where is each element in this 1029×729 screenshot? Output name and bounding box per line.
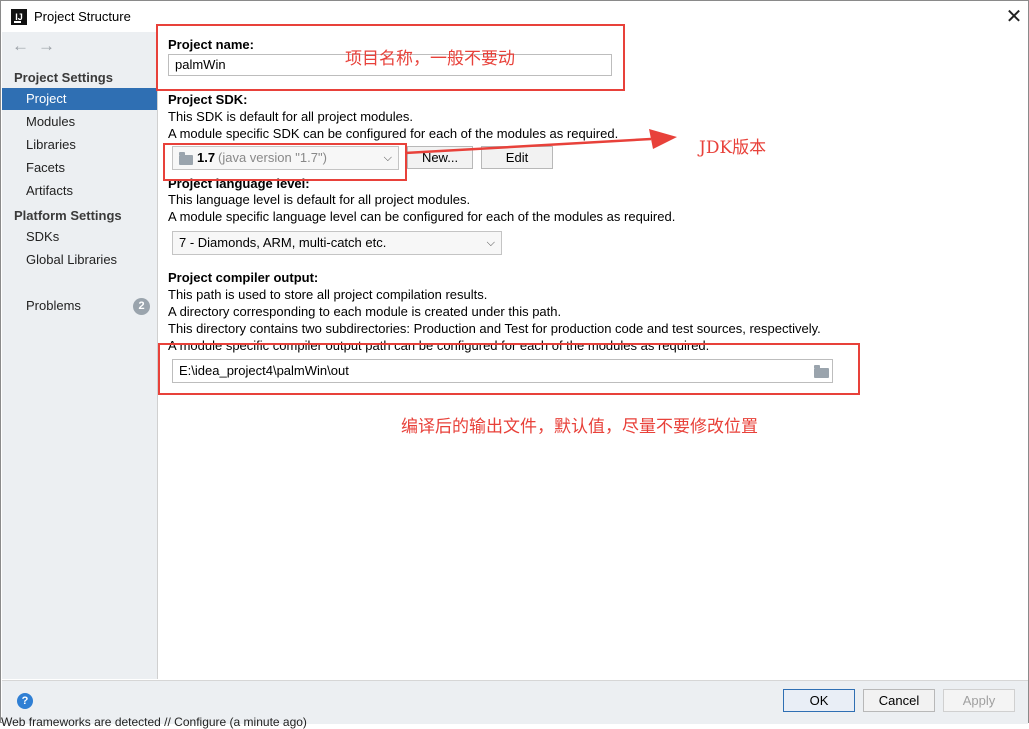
language-level-description-1: This language level is default for all p… [168,192,471,207]
sidebar-item-modules[interactable]: Modules [2,111,157,133]
intellij-app-icon: IJ [11,9,27,25]
back-arrow-icon[interactable]: ← [12,36,29,56]
help-icon[interactable]: ? [17,693,33,709]
section-project-settings: Project Settings [14,70,113,85]
compiler-output-description-1: This path is used to store all project c… [168,287,488,302]
compiler-output-description-3: This directory contains two subdirectori… [168,321,821,336]
annotation-project-name-note: 项目名称，一般不要动 [345,49,515,69]
compiler-output-label: Project compiler output: [168,270,319,285]
status-bar-text: Web frameworks are detected // Configure… [1,715,307,729]
cancel-button[interactable]: Cancel [863,689,935,712]
project-sdk-label: Project SDK: [168,92,248,107]
annotation-jdk-note: JDK版本 [699,138,767,158]
project-structure-dialog: IJ Project Structure ✕ ← → Project Setti… [0,0,1029,729]
language-level-value: 7 - Diamonds, ARM, multi-catch etc. [179,235,387,250]
sidebar-item-project[interactable]: Project [2,88,157,110]
sidebar-item-artifacts[interactable]: Artifacts [2,180,157,202]
sdk-description-1: This SDK is default for all project modu… [168,109,413,124]
sidebar-item-libraries[interactable]: Libraries [2,134,157,156]
language-level-select[interactable]: 7 - Diamonds, ARM, multi-catch etc. ⌵ [172,231,502,255]
annotation-box-compiler-output [158,343,860,395]
sidebar-item-global-libraries[interactable]: Global Libraries [2,249,157,271]
section-platform-settings: Platform Settings [14,208,122,223]
window-title: Project Structure [34,9,131,24]
problems-count-badge: 2 [133,298,150,315]
problems-label: Problems [26,298,81,313]
annotation-arrow-icon [404,129,677,155]
sidebar-item-facets[interactable]: Facets [2,157,157,179]
compiler-output-description-2: A directory corresponding to each module… [168,304,562,319]
forward-arrow-icon[interactable]: → [38,36,55,56]
apply-button[interactable]: Apply [943,689,1015,712]
close-icon[interactable]: ✕ [1001,4,1027,30]
sidebar-item-sdks[interactable]: SDKs [2,226,157,248]
chevron-down-icon: ⌵ [486,237,495,249]
language-level-description-2: A module specific language level can be … [168,209,676,224]
annotation-output-note: 编译后的输出文件，默认值，尽量不要修改位置 [401,417,758,437]
sidebar: ← → Project Settings Project Modules Lib… [2,32,158,679]
ok-button[interactable]: OK [783,689,855,712]
annotation-box-sdk [163,143,407,181]
